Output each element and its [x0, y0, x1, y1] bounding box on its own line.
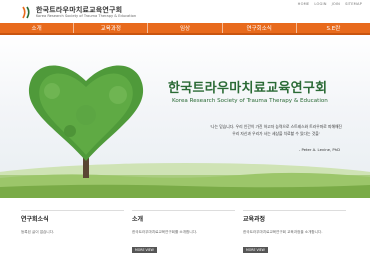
nav-item-se[interactable]: S.E란 — [295, 23, 370, 33]
section-title: 소개 — [132, 216, 144, 223]
util-link-join[interactable]: JOIN — [332, 2, 340, 6]
section-about: 소개 한국트라우마치료교육연구회를 소개합니다. MORE VIEW — [132, 210, 235, 255]
more-view-button[interactable]: MORE VIEW — [132, 246, 157, 253]
section-courses: 교육과정 한국트라우마치료교육연구회 교육과정을 소개합니다. MORE VIE… — [243, 210, 346, 255]
section-title: 교육과정 — [243, 216, 266, 223]
quote-line: 우리 자신과 우리가 사는 세상을 치료할 수 있다는 것을' — [232, 131, 320, 136]
section-news: 연구회소식 등록된 글이 없습니다. — [21, 210, 124, 255]
quote-author: - Peter A. Levine, PhD — [298, 147, 340, 152]
hero-illustration — [0, 65, 370, 198]
hero-title: 한국트라우마치료교육연구회 — [168, 81, 328, 96]
nav-item-clinical[interactable]: 임상 — [147, 23, 221, 33]
utility-links: HOME LOGIN JOIN SITEMAP — [298, 2, 362, 6]
section-body: 등록된 글이 없습니다. — [21, 230, 55, 234]
nav-item-about[interactable]: 소개 — [0, 23, 73, 33]
section-body: 한국트라우마치료교육연구회 교육과정을 소개합니다. — [243, 230, 323, 234]
util-link-login[interactable]: LOGIN — [314, 2, 326, 6]
hero-quote: '나는 믿습니다. 우리 인간이 가진 하고자 능력으로 스트레스와 트라우마로… — [196, 123, 356, 137]
more-view-button[interactable]: MORE VIEW — [243, 246, 268, 253]
logo-mark-icon — [22, 6, 30, 19]
section-title: 연구회소식 — [21, 216, 49, 223]
util-link-home[interactable]: HOME — [298, 2, 310, 6]
content-sections: 연구회소식 등록된 글이 없습니다. 소개 한국트라우마치료교육연구회를 소개합… — [21, 210, 362, 255]
hero-banner: 한국트라우마치료교육연구회 Korea Research Society of … — [0, 35, 370, 198]
section-body: 한국트라우마치료교육연구회를 소개합니다. — [132, 230, 198, 234]
hero-subtitle: Korea Research Society of Trauma Therapy… — [172, 98, 328, 104]
site-name-en: Korea Research Society of Trauma Therapy… — [36, 14, 137, 18]
quote-line: '나는 믿습니다. 우리 인간이 가진 하고자 능력으로 스트레스와 트라우마로… — [210, 124, 342, 129]
nav-item-news[interactable]: 연구회소식 — [221, 23, 296, 33]
util-link-sitemap[interactable]: SITEMAP — [345, 2, 362, 6]
nav-item-courses[interactable]: 교육과정 — [73, 23, 147, 33]
site-name-ko: 한국트라우마치료교육연구회 — [36, 6, 123, 14]
main-nav: 소개 교육과정 임상 연구회소식 S.E란 — [0, 23, 370, 33]
site-logo[interactable]: 한국트라우마치료교육연구회 Korea Research Society of … — [21, 6, 136, 19]
site-header: 한국트라우마치료교육연구회 Korea Research Society of … — [0, 0, 370, 35]
